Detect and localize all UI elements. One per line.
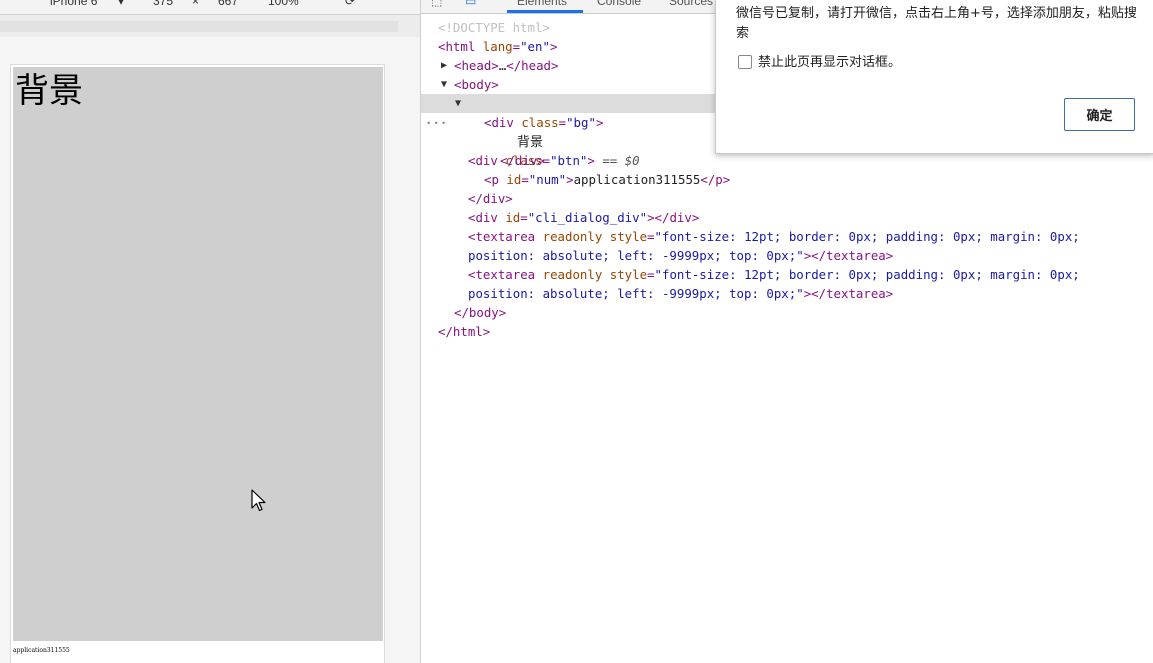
tab-elements[interactable]: Elements [517,0,567,8]
tab-console[interactable]: Console [597,0,641,8]
more-options-icon[interactable]: ··· [425,113,447,132]
suppress-dialogs-label[interactable]: 禁止此页再显示对话框。 [758,54,901,72]
dialog-message: 微信号已复制，请打开微信，点击右上角+号，选择添加朋友，粘贴搜索 [736,6,1137,41]
bg-div[interactable]: 背景 [13,67,383,641]
suppress-dialogs-checkbox[interactable] [738,55,752,69]
dom-div-dialog[interactable]: <div id="cli_dialog_div"></div> [468,208,1153,227]
device-height-field[interactable]: 667 [218,0,238,8]
expand-triangle-icon[interactable]: ▶ [441,56,447,75]
chevron-down-icon: ▾ [118,0,125,8]
alert-dialog: 微信号已复制，请打开微信，点击右上角+号，选择添加朋友，粘贴搜索 禁止此页再显示… [715,0,1153,154]
dimension-separator: × [192,0,200,8]
collapse-triangle-icon[interactable]: ▼ [441,75,447,94]
num-paragraph: application311555 [13,647,70,654]
dom-p-num[interactable]: <p id="num">application311555</p> [484,170,1153,189]
rotate-icon[interactable]: ⟳ [345,0,355,8]
media-query-bar [0,14,420,37]
dom-textarea-1[interactable]: <textarea readonly style="font-size: 12p… [468,227,1153,246]
collapse-triangle-icon[interactable]: ▼ [455,94,461,113]
device-select[interactable]: iPhone 6 [50,0,97,8]
dom-textarea-2-cont[interactable]: position: absolute; left: -9999px; top: … [468,284,1153,303]
zoom-select[interactable]: 100% [268,0,299,8]
dom-html-close[interactable]: </html> [438,322,1153,341]
ok-button[interactable]: 确定 [1064,98,1135,131]
device-mode-icon[interactable]: ▭ [465,0,476,8]
bg-text: 背景 [15,71,83,111]
device-toolbar: iPhone 6 ▾ 375 × 667 100% ⟳ [0,0,420,14]
device-width-field[interactable]: 375 [153,0,173,8]
mouse-cursor-icon [251,489,267,517]
active-tab-indicator [507,10,583,13]
dom-body-close[interactable]: </body> [454,303,1153,322]
dom-textarea-1-cont[interactable]: position: absolute; left: -9999px; top: … [468,246,1153,265]
dom-textarea-2[interactable]: <textarea readonly style="font-size: 12p… [468,265,1153,284]
device-screen: 背景 application311555 [10,64,385,663]
inspect-icon[interactable]: ⬚ [431,0,442,8]
tab-sources[interactable]: Sources [669,0,713,8]
dom-div-btn-close[interactable]: </div> [468,189,1153,208]
emulated-viewport-area: 背景 application311555 [0,37,420,663]
media-query-track [0,21,398,32]
